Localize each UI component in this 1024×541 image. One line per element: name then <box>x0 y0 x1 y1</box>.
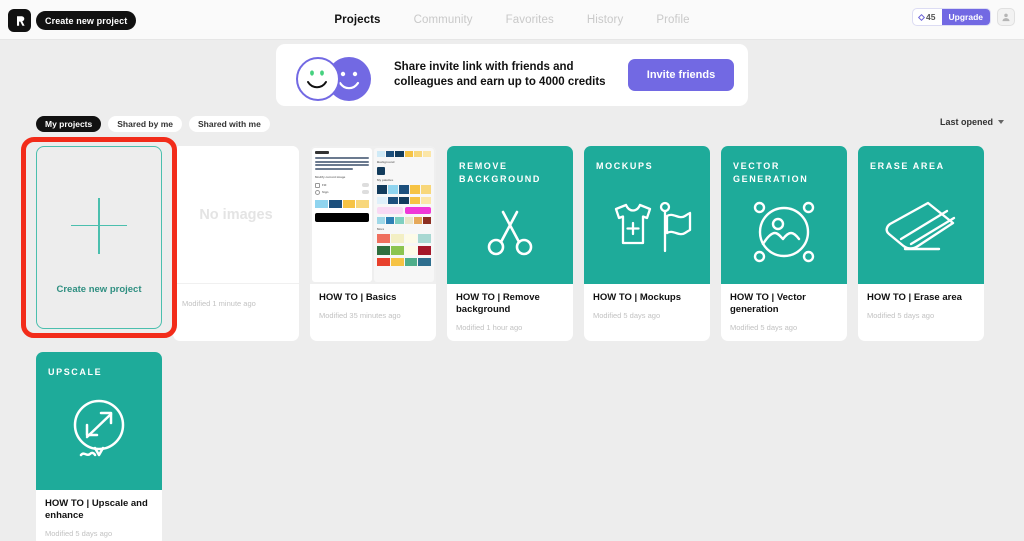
project-title: HOW TO | Remove background <box>456 292 540 315</box>
credits-group: 45 Upgrade <box>912 8 991 26</box>
credits-value: 45 <box>926 12 936 22</box>
thumb-left-panel: Modify current image Fill Sign <box>312 148 372 282</box>
project-modified-meta: Modified 1 hour ago <box>456 323 523 332</box>
eraser-icon <box>870 173 972 284</box>
tool-kicker: Erase area <box>870 161 945 171</box>
no-images-placeholder-text: No images <box>199 206 273 223</box>
sort-dropdown-label: Last opened <box>939 117 993 127</box>
project-modified-meta: Modified 5 days ago <box>45 529 113 538</box>
project-modified-meta: Modified 5 days ago <box>593 311 661 320</box>
project-modified-meta: Modified 1 minute ago <box>182 299 256 308</box>
smiley-face-white-icon <box>296 57 340 101</box>
filter-chip-shared-with-me[interactable]: Shared with me <box>189 116 270 132</box>
projects-page: Create new project Projects Community Fa… <box>0 0 1024 541</box>
invite-friends-button[interactable]: Invite friends <box>628 59 734 91</box>
thumb-modify-label: Modify current image <box>315 174 346 179</box>
project-card-body: HOW TO | Upscale and enhance Modified 5 … <box>36 490 162 541</box>
user-avatar-icon[interactable] <box>997 8 1015 26</box>
project-thumbnail: No images <box>173 146 299 284</box>
project-modified-meta: Modified 5 days ago <box>867 311 935 320</box>
project-card-no-images[interactable]: No images Modified 1 minute ago <box>173 146 299 341</box>
tool-kicker: Upscale <box>48 367 103 377</box>
project-thumbnail: Mockups <box>584 146 710 284</box>
create-project-card-wrapper: Create new project <box>21 137 177 341</box>
create-new-project-card[interactable]: Create new project <box>36 146 162 329</box>
project-card-body: HOW TO | Erase area Modified 5 days ago <box>858 284 984 341</box>
upscale-arrows-icon <box>48 379 150 490</box>
top-bar-actions: 45 Upgrade <box>912 8 1015 26</box>
project-card-body: HOW TO | Remove background Modified 1 ho… <box>447 284 573 341</box>
sign-icon <box>315 189 320 195</box>
thumb-background-label: Background <box>377 160 395 164</box>
tshirt-flag-icon <box>596 173 698 284</box>
banner-illustration <box>290 49 390 101</box>
project-card-body: HOW TO | Vector generation Modified 5 da… <box>721 284 847 341</box>
banner-text-line-2: colleagues and earn up to 4000 credits <box>394 76 606 88</box>
scissors-icon <box>459 186 561 284</box>
project-thumbnail: Remove background <box>447 146 573 284</box>
nav-item-projects[interactable]: Projects <box>334 14 380 26</box>
project-thumbnail: Erase area <box>858 146 984 284</box>
project-thumbnail: Modify current image Fill Sign Backgroun… <box>310 146 436 284</box>
project-card-vector-generation[interactable]: Vector generation HOW TO | Vector genera… <box>721 146 847 341</box>
project-thumbnail: Vector generation <box>721 146 847 284</box>
nav-item-history[interactable]: History <box>587 14 623 26</box>
project-modified-meta: Modified 5 days ago <box>730 323 798 332</box>
project-title: HOW TO | Vector generation <box>730 292 806 315</box>
project-title: HOW TO | Erase area <box>867 292 962 303</box>
project-card-basics[interactable]: Modify current image Fill Sign Backgroun… <box>310 146 436 341</box>
project-title: HOW TO | Basics <box>319 292 397 303</box>
project-title: HOW TO | Mockups <box>593 292 681 303</box>
tool-kicker: Mockups <box>596 161 654 171</box>
vector-image-icon <box>733 186 835 284</box>
main-nav: Projects Community Favorites History Pro… <box>0 0 1024 40</box>
banner-text: Share invite link with friends and colle… <box>394 60 628 90</box>
sort-dropdown[interactable]: Last opened <box>940 117 1004 127</box>
credits-badge[interactable]: 45 <box>913 9 941 25</box>
nav-item-favorites[interactable]: Favorites <box>506 14 554 26</box>
thumb-my-palettes-label: My palettes <box>377 178 394 182</box>
banner-text-line-1: Share invite link with friends and <box>394 61 574 73</box>
projects-grid: Create new project No images Modified 1 … <box>21 137 996 541</box>
project-modified-meta: Modified 35 minutes ago <box>319 311 401 320</box>
top-navigation-bar: Create new project Projects Community Fa… <box>0 0 1024 40</box>
project-card-erase-area[interactable]: Erase area HOW TO | Erase area Modified … <box>858 146 984 341</box>
thumb-fill-label: Fill <box>322 183 327 187</box>
upgrade-button[interactable]: Upgrade <box>941 9 990 25</box>
thumb-right-panel: Background My palettes More <box>374 148 434 282</box>
project-filter-chips: My projects Shared by me Shared with me <box>36 116 270 132</box>
tool-kicker: Remove background <box>459 161 541 184</box>
thumb-generate-button <box>315 212 369 222</box>
tool-kicker: Vector generation <box>733 161 809 184</box>
project-thumbnail: Upscale <box>36 352 162 490</box>
create-new-project-card-label: Create new project <box>56 284 142 295</box>
thumb-more-label: More <box>377 227 385 231</box>
filter-chip-my-projects[interactable]: My projects <box>36 116 102 132</box>
plus-icon <box>71 197 127 254</box>
diamond-icon <box>918 13 926 21</box>
project-card-body: Modified 1 minute ago <box>173 284 299 341</box>
fill-icon <box>315 182 320 188</box>
project-card-upscale[interactable]: Upscale HOW TO | Upscale and enhance Mod… <box>36 352 162 541</box>
project-card-body: HOW TO | Mockups Modified 5 days ago <box>584 284 710 341</box>
thumb-sign-label: Sign <box>322 190 329 194</box>
nav-item-community[interactable]: Community <box>414 14 473 26</box>
nav-item-profile[interactable]: Profile <box>656 14 689 26</box>
project-card-remove-background[interactable]: Remove background HOW TO | Remove backgr… <box>447 146 573 341</box>
project-title: HOW TO | Upscale and enhance <box>45 498 148 521</box>
filter-chip-shared-by-me[interactable]: Shared by me <box>108 116 182 132</box>
project-card-body: HOW TO | Basics Modified 35 minutes ago <box>310 284 436 341</box>
project-card-mockups[interactable]: Mockups HOW TO | Mockups Modified 5 days… <box>584 146 710 341</box>
chevron-down-icon <box>998 120 1004 124</box>
invite-banner: Share invite link with friends and colle… <box>276 44 748 106</box>
